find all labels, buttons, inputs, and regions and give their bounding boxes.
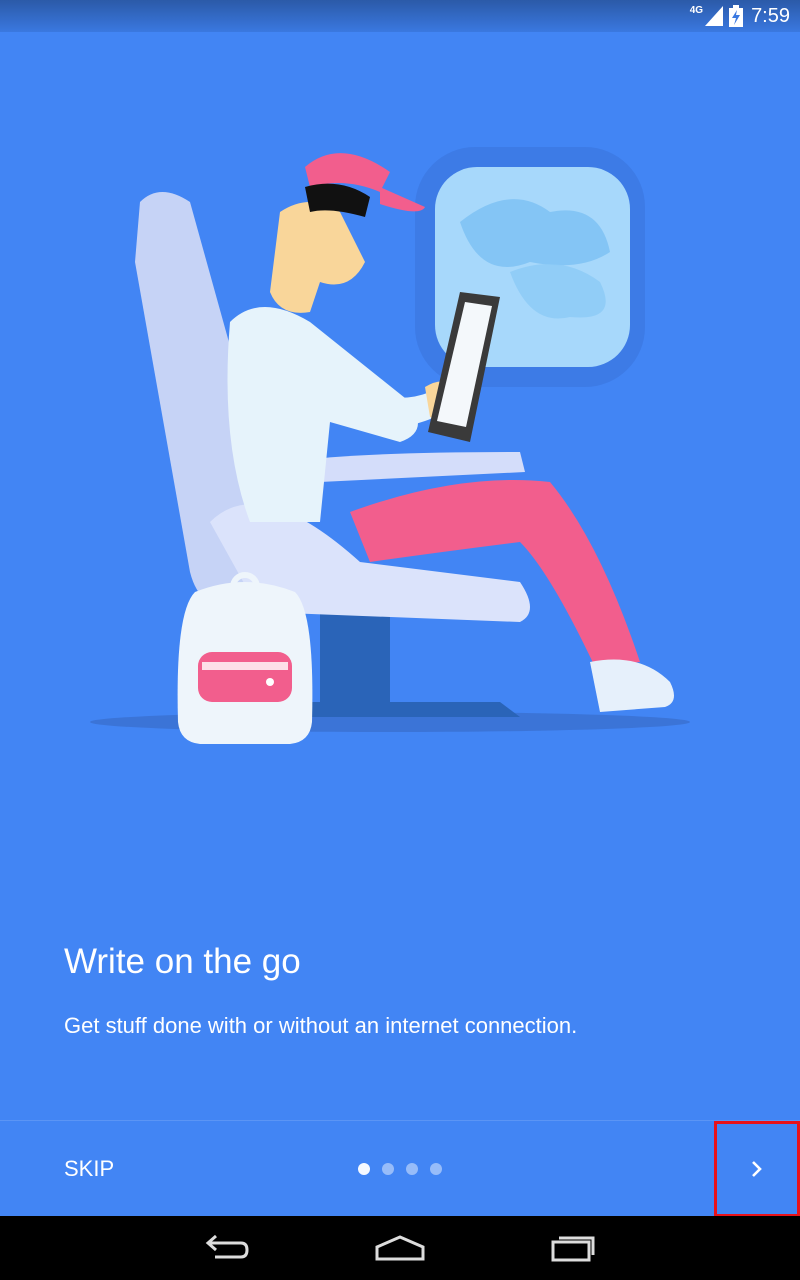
traveler-on-plane-illustration — [90, 147, 690, 744]
clock: 7:59 — [751, 4, 790, 27]
page-dot-4 — [430, 1163, 442, 1175]
page-title: Write on the go — [64, 942, 301, 981]
page-dot-3 — [406, 1163, 418, 1175]
home-icon — [375, 1235, 425, 1261]
home-button[interactable] — [375, 1228, 425, 1268]
back-icon — [205, 1234, 249, 1259]
onboarding-page: Write on the go Get stuff done with or w… — [0, 32, 800, 1120]
status-bar: 4G 7:59 — [0, 0, 800, 32]
back-button[interactable] — [201, 1228, 251, 1268]
next-button[interactable] — [714, 1121, 800, 1217]
chevron-right-icon — [752, 1161, 762, 1177]
recents-icon — [551, 1236, 595, 1262]
network-type: 4G — [689, 4, 704, 16]
page-subtitle: Get stuff done with or without an intern… — [64, 1013, 578, 1038]
skip-button[interactable]: SKIP — [40, 1141, 138, 1197]
page-dot-2 — [382, 1163, 394, 1175]
page-dot-1 — [358, 1163, 370, 1175]
battery-icon — [729, 5, 744, 27]
signal-icon — [705, 6, 724, 26]
page-indicator — [358, 1163, 442, 1175]
bottom-bar: SKIP — [0, 1120, 800, 1217]
system-nav-bar — [0, 1216, 800, 1280]
recents-button[interactable] — [549, 1228, 599, 1268]
